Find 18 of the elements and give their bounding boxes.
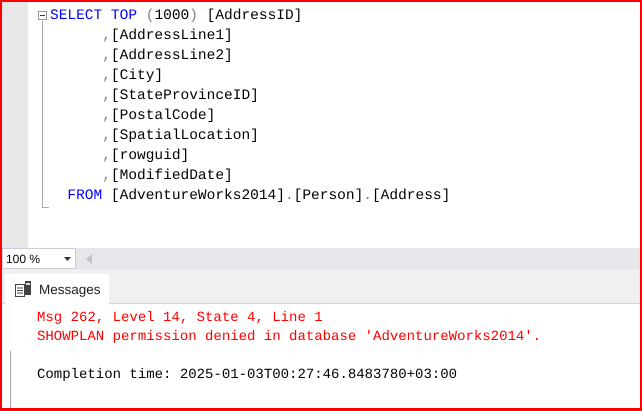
code-line: ,[City] [101, 67, 164, 86]
zoom-dropdown[interactable]: 100 % [2, 248, 76, 269]
code-line: ,[AddressLine1] [101, 27, 233, 46]
document-icon [15, 281, 32, 297]
messages-tab[interactable]: Messages [5, 274, 109, 304]
caret-icon [64, 256, 71, 260]
code-line: ,[ModifiedDate] [101, 167, 233, 186]
code-line: ,[PostalCode] [101, 107, 216, 126]
completion-message: Completion time: 2025-01-03T00:27:46.8483780+03:00 [37, 366, 458, 385]
code-line: ,[StateProvinceID] [101, 87, 259, 106]
error-message: Msg 262, Level 14, State 4, Line 1 [37, 309, 323, 328]
code-line: FROM [AdventureWorks2014].[Person].[Address] [66, 187, 450, 206]
code-line: ,[AddressLine2] [101, 47, 233, 66]
code-line: SELECT TOP (1000) [AddressID] [50, 7, 302, 26]
code-line: ,[SpatialLocation] [101, 127, 259, 146]
error-message: SHOWPLAN permission denied in database 'AdventureWorks2014'. [37, 328, 542, 347]
collapse-icon[interactable] [38, 11, 47, 20]
code-line: ,[rowguid] [101, 147, 190, 166]
